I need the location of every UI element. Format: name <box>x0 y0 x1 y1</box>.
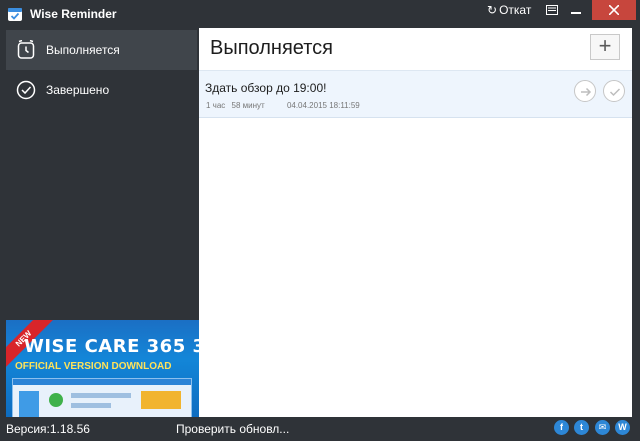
remaining-hours: 1 час <box>206 101 226 110</box>
task-meta: 1 час 58 минут 04.04.2015 18:11:59 <box>206 101 364 110</box>
close-button[interactable] <box>592 0 636 20</box>
task-row[interactable]: Здать обзор до 19:00! 1 час 58 минут 04.… <box>199 70 632 118</box>
check-updates-link[interactable]: Проверить обновл... <box>176 422 289 436</box>
add-reminder-button[interactable]: + <box>590 34 620 60</box>
minimize-button[interactable] <box>567 0 585 20</box>
minimize-icon <box>571 12 581 14</box>
facebook-icon[interactable]: f <box>554 420 569 435</box>
sidebar-item-in-progress[interactable]: Выполняется <box>6 30 197 70</box>
close-icon <box>608 4 620 16</box>
ad-title: WISE CARE 365 3 <box>24 336 199 357</box>
ad-subtitle: OFFICIAL VERSION DOWNLOAD <box>15 361 172 372</box>
sidebar: Выполняется Завершено <box>0 28 199 320</box>
sidebar-item-completed[interactable]: Завершено <box>6 70 197 110</box>
check-circle-icon <box>16 80 36 100</box>
alarm-clock-icon <box>17 40 35 59</box>
menu-button[interactable] <box>543 0 561 20</box>
complete-task-button[interactable] <box>603 80 625 102</box>
ad-screenshot-image <box>12 378 192 417</box>
check-icon <box>49 393 63 407</box>
arrow-right-icon <box>581 87 592 97</box>
ad-banner[interactable]: NEW WISE CARE 365 3 OFFICIAL VERSION DOW… <box>6 320 199 417</box>
title-bar: Wise Reminder ↻ Откат <box>0 0 640 28</box>
plus-icon: + <box>598 33 612 58</box>
page-title: Выполняется <box>210 37 333 59</box>
status-bar: Версия:1.18.56 Проверить обновл... f t ✉… <box>0 417 640 441</box>
app-title: Wise Reminder <box>30 7 117 21</box>
mail-icon[interactable]: ✉ <box>595 420 610 435</box>
version-label: Версия:1.18.56 <box>6 422 90 436</box>
undo-icon: ↻ <box>487 3 498 17</box>
remaining-minutes: 58 минут <box>231 101 265 110</box>
twitter-icon[interactable]: t <box>574 420 589 435</box>
undo-button[interactable]: ↻ Откат <box>487 3 531 17</box>
menu-icon <box>546 5 558 15</box>
main-header: Выполняется + <box>199 28 632 70</box>
sidebar-item-label: Выполняется <box>46 43 120 57</box>
postpone-button[interactable] <box>574 80 596 102</box>
task-title: Здать обзор до 19:00! <box>205 81 327 95</box>
main-panel: Выполняется + Здать обзор до 19:00! 1 ча… <box>199 28 632 417</box>
app-window: Wise Reminder ↻ Откат Выполняется Заверш… <box>0 0 640 441</box>
undo-label: Откат <box>499 3 532 17</box>
checkmark-icon <box>609 88 621 97</box>
wise-icon[interactable]: W <box>615 420 630 435</box>
task-datetime: 04.04.2015 18:11:59 <box>286 101 360 110</box>
sidebar-item-label: Завершено <box>46 83 110 97</box>
calendar-check-icon <box>8 8 22 21</box>
